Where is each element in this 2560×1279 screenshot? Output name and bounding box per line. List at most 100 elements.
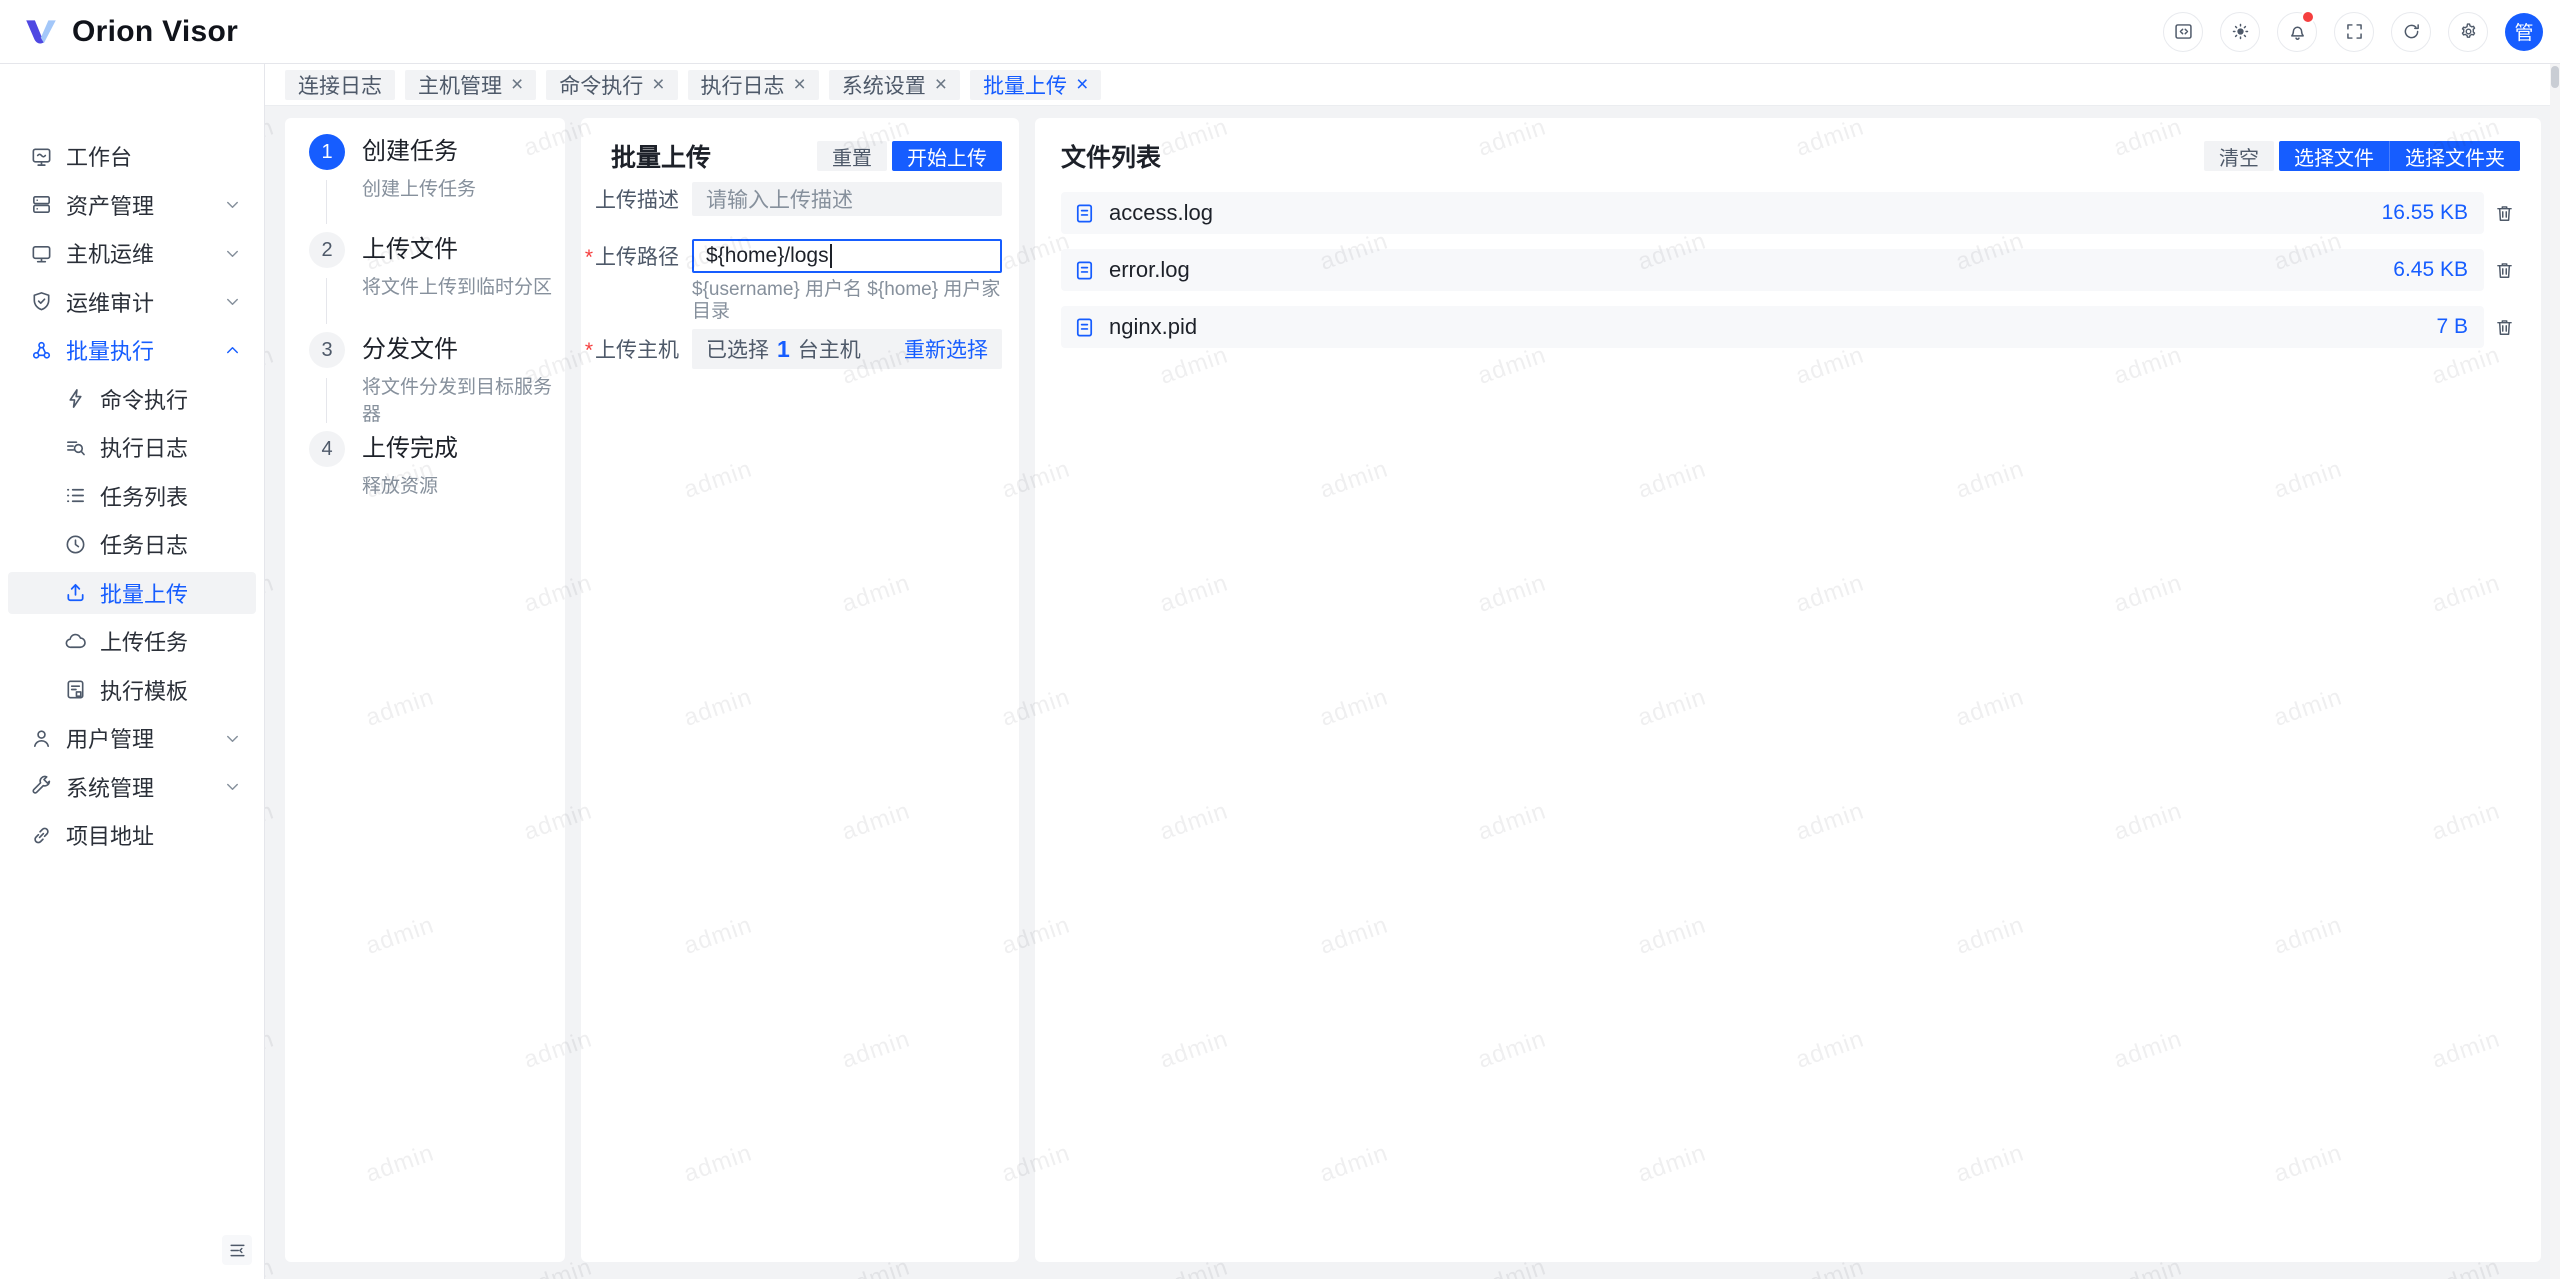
fullscreen-icon bbox=[2344, 21, 2365, 42]
code-window-button[interactable] bbox=[2163, 12, 2203, 52]
code-window-icon bbox=[2173, 21, 2194, 42]
close-icon[interactable]: × bbox=[794, 74, 806, 95]
required-asterisk: * bbox=[585, 339, 593, 362]
refresh-button[interactable] bbox=[2391, 12, 2431, 52]
sidebar-item-task-log[interactable]: 任务日志 bbox=[8, 523, 256, 565]
sidebar-item-audit[interactable]: 运维审计 bbox=[8, 281, 256, 323]
main-area: 连接日志 主机管理× 命令执行× 执行日志× 系统设置× 批量上传 × bbox=[265, 64, 2560, 1279]
avatar-text: 管 bbox=[2514, 18, 2533, 45]
clear-files-button[interactable]: 清空 bbox=[2204, 141, 2274, 171]
upload-host-label: *上传主机 bbox=[581, 334, 692, 364]
sidebar-item-upload-task[interactable]: 上传任务 bbox=[8, 620, 256, 662]
tab-label: 批量上传 bbox=[983, 70, 1067, 100]
sidebar-item-label: 主机运维 bbox=[66, 237, 154, 269]
batch-exec-icon bbox=[30, 339, 53, 362]
upload-path-label: *上传路径 bbox=[581, 241, 692, 271]
sidebar-item-label: 批量上传 bbox=[100, 577, 188, 609]
file-size: 6.45 KB bbox=[2393, 258, 2468, 282]
workbench-icon bbox=[30, 145, 53, 168]
tab-connection-log[interactable]: 连接日志 bbox=[285, 70, 395, 100]
step-desc: 将文件上传到临时分区 bbox=[362, 272, 552, 299]
sidebar-collapse-button[interactable] bbox=[222, 1235, 252, 1265]
tab-command-exec[interactable]: 命令执行× bbox=[546, 70, 677, 100]
step-desc: 释放资源 bbox=[362, 471, 458, 498]
select-folder-button[interactable]: 选择文件夹 bbox=[2389, 141, 2520, 171]
sidebar-item-command-exec[interactable]: 命令执行 bbox=[8, 378, 256, 420]
sidebar-item-workbench[interactable]: 工作台 bbox=[8, 135, 256, 177]
file-row: access.log 16.55 KB bbox=[1061, 192, 2521, 234]
step-connector bbox=[326, 180, 327, 224]
upload-desc-input[interactable]: 请输入上传描述 bbox=[692, 182, 1002, 216]
host-icon bbox=[30, 242, 53, 265]
tab-batch-upload[interactable]: 批量上传 × bbox=[970, 70, 1101, 100]
upload-path-help: ${username} 用户名 ${home} 用户家目录 bbox=[692, 279, 1019, 323]
sidebar-item-exec-log[interactable]: 执行日志 bbox=[8, 426, 256, 468]
delete-file-button[interactable] bbox=[2487, 203, 2521, 224]
chevron-down-icon bbox=[223, 729, 242, 748]
upload-desc-label: 上传描述 bbox=[581, 184, 692, 214]
chevron-down-icon bbox=[223, 292, 242, 311]
panel-title: 文件列表 bbox=[1061, 138, 1161, 174]
scrollbar-thumb[interactable] bbox=[2551, 66, 2559, 88]
step-number: 3 bbox=[309, 332, 345, 368]
host-selected-suffix: 台主机 bbox=[798, 334, 861, 364]
user-avatar[interactable]: 管 bbox=[2505, 13, 2543, 51]
required-asterisk: * bbox=[585, 246, 593, 269]
header-actions: 管 bbox=[2163, 12, 2560, 52]
host-selected-prefix: 已选择 bbox=[706, 334, 769, 364]
start-upload-button[interactable]: 开始上传 bbox=[892, 141, 1002, 171]
select-file-button[interactable]: 选择文件 bbox=[2279, 141, 2389, 171]
link-icon bbox=[30, 824, 53, 847]
notification-badge bbox=[2301, 10, 2315, 24]
sidebar-item-batch-upload[interactable]: 批量上传 bbox=[8, 572, 256, 614]
app-title: Orion Visor bbox=[72, 15, 238, 49]
cloud-icon bbox=[64, 630, 87, 653]
sidebar-item-label: 项目地址 bbox=[66, 819, 154, 851]
file-size: 7 B bbox=[2436, 315, 2468, 339]
tab-host-mgmt[interactable]: 主机管理× bbox=[405, 70, 536, 100]
sidebar-item-label: 资产管理 bbox=[66, 189, 154, 221]
sidebar-item-host-ops[interactable]: 主机运维 bbox=[8, 232, 256, 274]
sidebar-item-exec-template[interactable]: 执行模板 bbox=[8, 669, 256, 711]
panel-title: 批量上传 bbox=[611, 138, 711, 174]
close-icon[interactable]: × bbox=[1076, 74, 1088, 95]
reset-button[interactable]: 重置 bbox=[817, 141, 887, 171]
file-list-panel: 文件列表 清空 选择文件 选择文件夹 access.log bbox=[1035, 118, 2541, 1262]
close-icon[interactable]: × bbox=[935, 74, 947, 95]
delete-file-button[interactable] bbox=[2487, 260, 2521, 281]
delete-file-button[interactable] bbox=[2487, 317, 2521, 338]
wrench-icon bbox=[30, 775, 53, 798]
step-title: 上传文件 bbox=[362, 232, 552, 268]
tab-system-settings[interactable]: 系统设置× bbox=[829, 70, 960, 100]
sidebar-item-assets[interactable]: 资产管理 bbox=[8, 184, 256, 226]
step-number: 2 bbox=[309, 232, 345, 268]
fullscreen-button[interactable] bbox=[2334, 12, 2374, 52]
scrollbar-track[interactable] bbox=[2550, 64, 2560, 1279]
tab-bar: 连接日志 主机管理× 命令执行× 执行日志× 系统设置× 批量上传 × bbox=[265, 64, 2560, 106]
sidebar-item-user-mgmt[interactable]: 用户管理 bbox=[8, 717, 256, 759]
file-name: nginx.pid bbox=[1109, 314, 1197, 340]
tab-exec-log[interactable]: 执行日志× bbox=[688, 70, 819, 100]
step-title: 创建任务 bbox=[362, 134, 476, 170]
theme-toggle-button[interactable] bbox=[2220, 12, 2260, 52]
close-icon[interactable]: × bbox=[511, 74, 523, 95]
bell-icon bbox=[2287, 21, 2308, 42]
notifications-button[interactable] bbox=[2277, 12, 2317, 52]
reselect-host-link[interactable]: 重新选择 bbox=[904, 334, 988, 364]
step-connector bbox=[326, 278, 327, 324]
sidebar-item-system-mgmt[interactable]: 系统管理 bbox=[8, 766, 256, 808]
sidebar-item-label: 执行模板 bbox=[100, 674, 188, 706]
chevron-up-icon bbox=[223, 341, 242, 360]
sidebar-item-label: 任务列表 bbox=[100, 480, 188, 512]
sidebar-item-label: 上传任务 bbox=[100, 625, 188, 657]
settings-button[interactable] bbox=[2448, 12, 2488, 52]
close-icon[interactable]: × bbox=[652, 74, 664, 95]
sidebar-item-batch-exec[interactable]: 批量执行 bbox=[8, 329, 256, 371]
app-header: Orion Visor 管 bbox=[0, 0, 2560, 64]
page-content: 1 创建任务 创建上传任务 2 上传文件 将文件上传到临时分区 3 bbox=[265, 106, 2560, 1279]
upload-path-input[interactable]: ${home}/logs bbox=[692, 239, 1002, 273]
sidebar-item-task-list[interactable]: 任务列表 bbox=[8, 475, 256, 517]
step-number: 4 bbox=[309, 431, 345, 467]
menu-fold-icon bbox=[228, 1241, 247, 1260]
sidebar-item-project-url[interactable]: 项目地址 bbox=[8, 814, 256, 856]
